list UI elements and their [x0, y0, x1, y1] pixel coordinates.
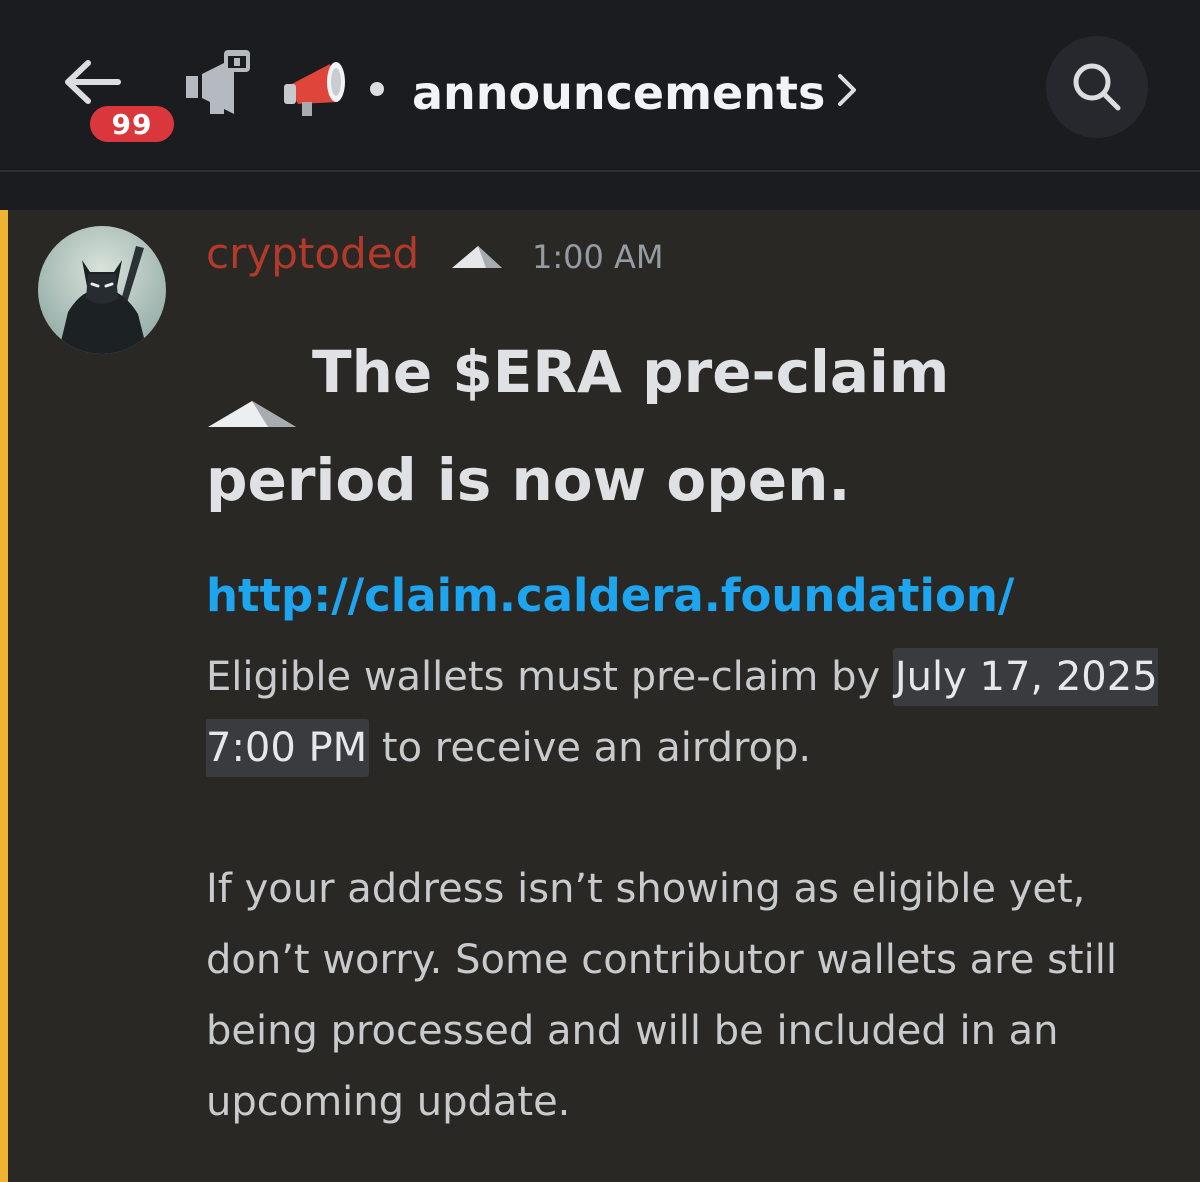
- message-heading: The $ERA pre-claim period is now open.: [206, 318, 1166, 534]
- author-name[interactable]: cryptoded: [206, 226, 419, 282]
- separator-dot: [370, 82, 384, 96]
- heading-text: The $ERA pre-claim period is now open.: [206, 338, 950, 514]
- avatar[interactable]: [38, 226, 166, 354]
- paragraph-text: Eligible wallets must pre-claim by: [206, 654, 893, 700]
- mention-highlight-bar: [0, 210, 8, 1182]
- chevron-right-icon[interactable]: [832, 68, 862, 112]
- message[interactable]: cryptoded 1:00 AM The $ERA pre-claim per…: [0, 210, 1200, 1182]
- header-spacer: [0, 174, 1200, 210]
- search-icon: [1073, 63, 1121, 111]
- claim-link[interactable]: http://claim.caldera.foundation/: [206, 560, 1166, 632]
- mountain-icon: [450, 244, 504, 270]
- message-paragraph-2: If your address isn’t showing as eligibl…: [206, 866, 1117, 1125]
- arrow-left-icon: [65, 60, 121, 104]
- message-timestamp: 1:00 AM: [532, 238, 664, 276]
- mountain-icon: [206, 355, 298, 427]
- channel-header: 99 announcements: [0, 0, 1200, 172]
- unread-badge: 99: [86, 102, 178, 146]
- search-button[interactable]: [1046, 36, 1148, 138]
- paragraph-text: to receive an airdrop.: [369, 725, 812, 771]
- megaphone-icon: [282, 56, 354, 120]
- announcement-channel-icon: [182, 48, 254, 120]
- channel-name[interactable]: announcements: [412, 58, 825, 128]
- message-paragraph-1: Eligible wallets must pre-claim by July …: [206, 642, 1166, 784]
